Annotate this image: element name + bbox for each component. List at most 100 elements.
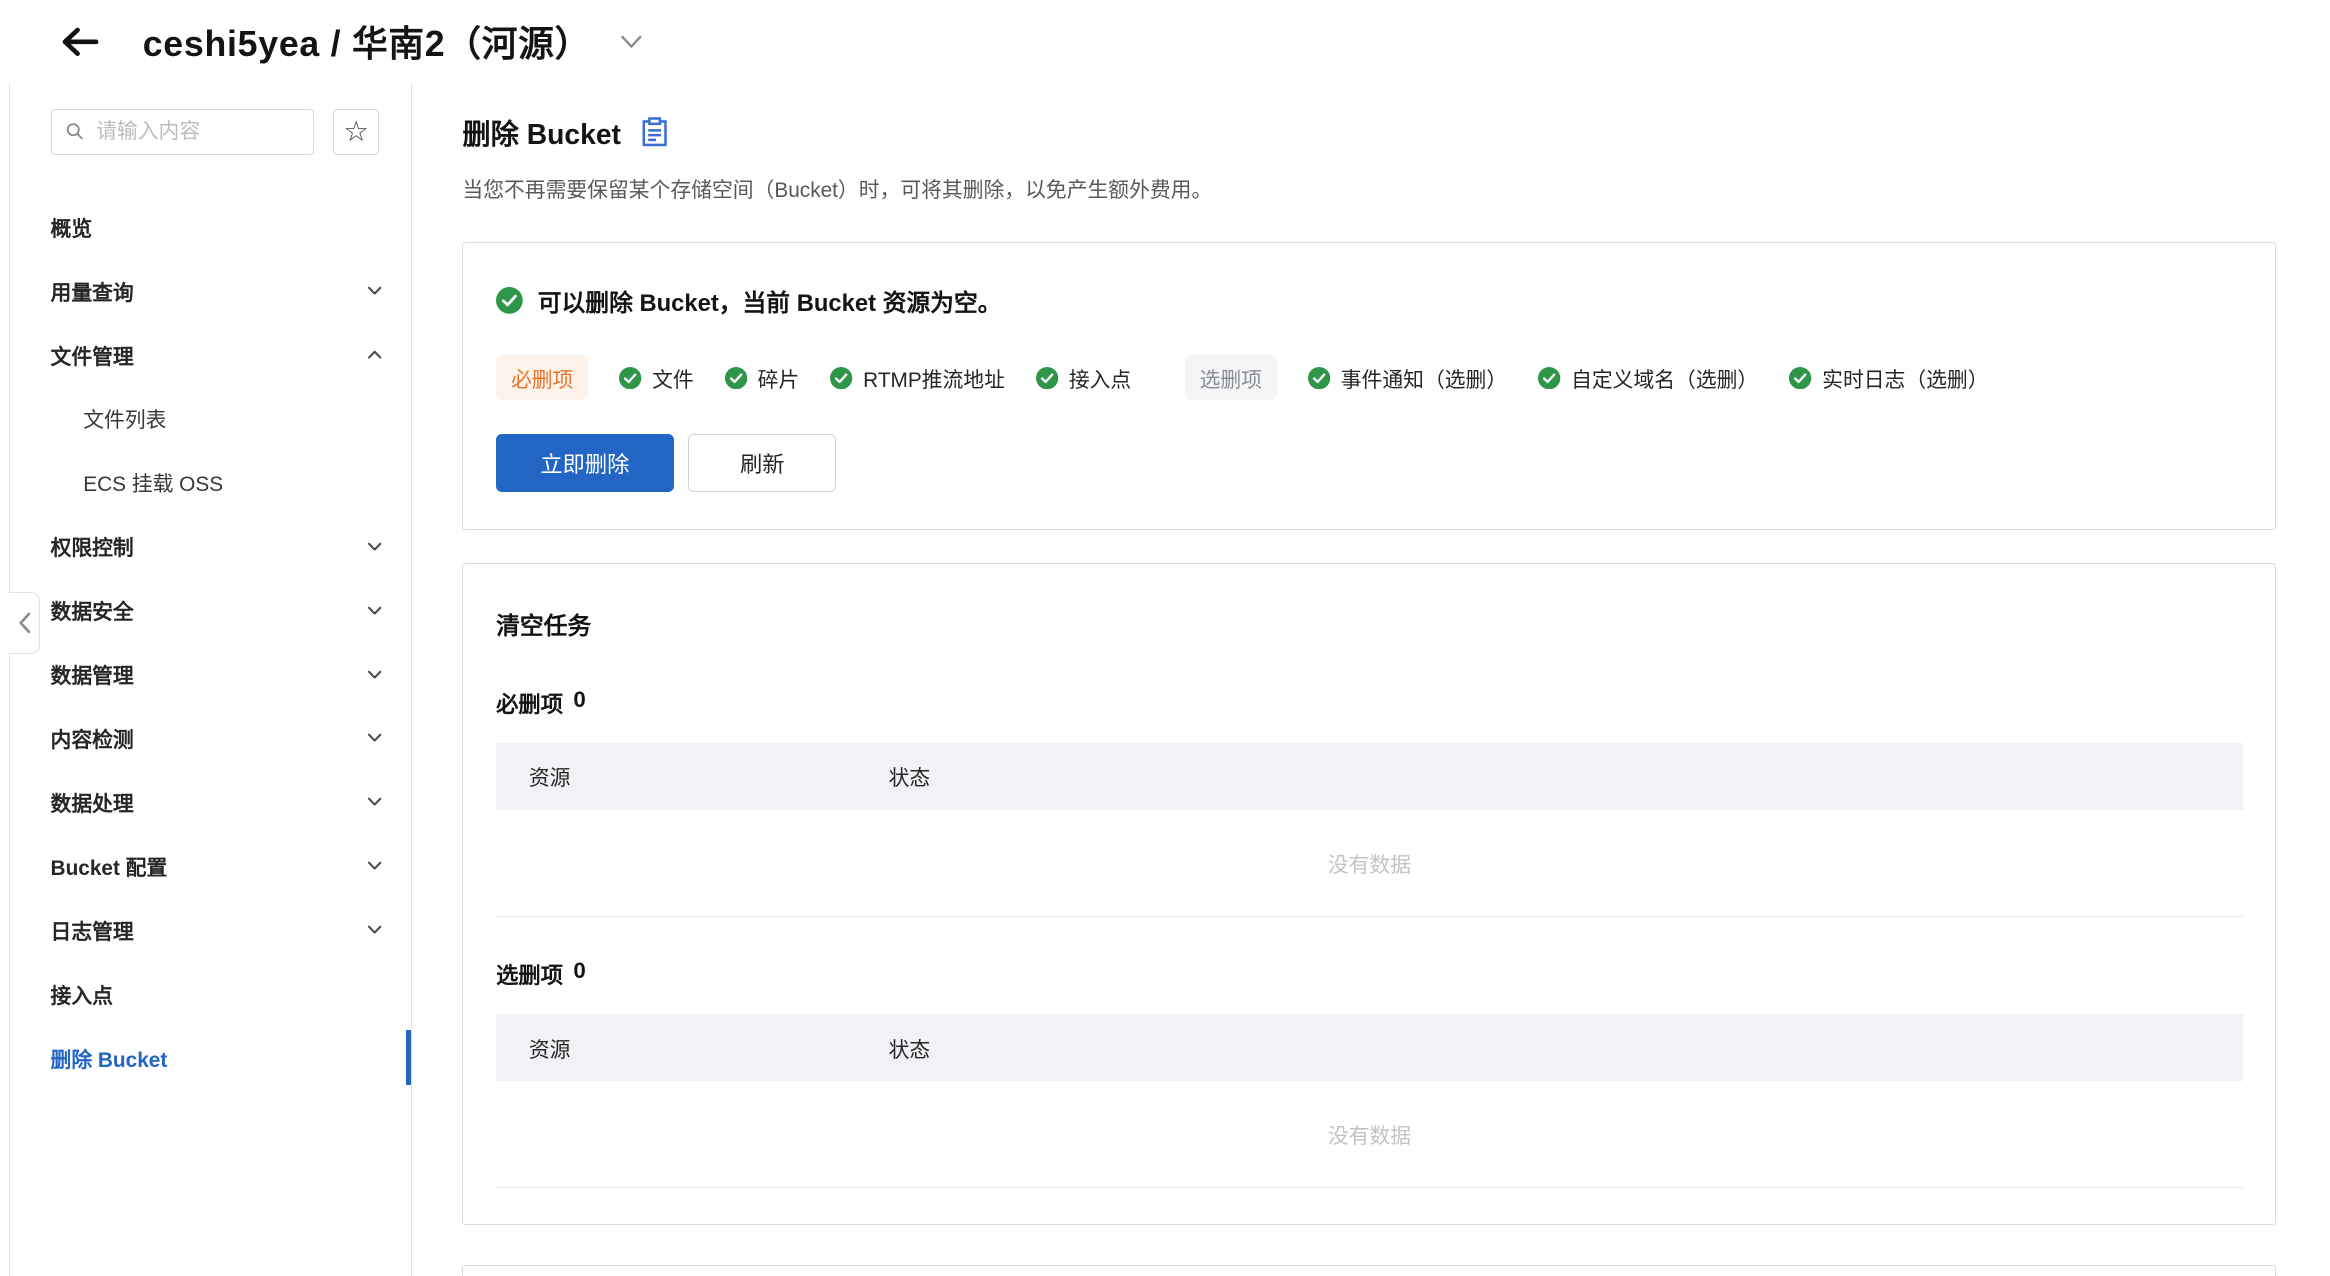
search-input[interactable] [96, 120, 299, 144]
chevron-down-icon [365, 537, 384, 556]
section-label-text: 必删项 [496, 687, 563, 719]
check-circle-icon [1036, 367, 1058, 389]
sidebar-item-data-security[interactable]: 数据安全 [0, 578, 411, 642]
sidebar-item-overview[interactable]: 概览 [0, 195, 411, 259]
required-item-access-point: 接入点 [1036, 363, 1131, 393]
sidebar-item-access-point[interactable]: 接入点 [0, 962, 411, 1026]
check-item-label: 事件通知（选删） [1341, 363, 1507, 393]
sidebar-item-ecs-mount-oss[interactable]: ECS 挂载 OSS [0, 450, 411, 514]
required-item-fragments: 碎片 [725, 363, 799, 393]
sidebar-item-label: 用量查询 [51, 276, 134, 306]
status-message: 可以删除 Bucket，当前 Bucket 资源为空。 [538, 283, 1002, 318]
resource-check-row: 必删项 文件 碎片 RTMP推流地址 接入点 [496, 355, 2243, 400]
optional-items-table: 资源 状态 没有数据 [496, 1014, 2243, 1188]
delete-status-card: 可以删除 Bucket，当前 Bucket 资源为空。 必删项 文件 碎片 RT… [462, 242, 2276, 531]
sidebar-search-box [51, 109, 314, 155]
sidebar-item-label: 权限控制 [51, 531, 134, 561]
sidebar-item-label: 日志管理 [51, 915, 134, 945]
refresh-button[interactable]: 刷新 [688, 434, 836, 492]
back-button[interactable] [59, 24, 101, 60]
clear-tasks-card: 清空任务 必删项 0 资源 状态 没有数据 选删项 0 [462, 563, 2276, 1224]
chevron-down-icon [365, 728, 384, 747]
sidebar-item-label: 内容检测 [51, 723, 134, 753]
chevron-down-icon [365, 601, 384, 620]
sidebar-item-label: 数据安全 [51, 595, 134, 625]
optional-section-label: 选删项 0 [496, 958, 2243, 990]
chevron-down-icon [365, 792, 384, 811]
oss-bucket-console: ceshi5yea / 华南2（河源） ☆ [0, 0, 2330, 1276]
required-count: 0 [573, 687, 585, 719]
favorite-star-button[interactable]: ☆ [333, 109, 379, 155]
check-circle-icon [496, 287, 523, 314]
sidebar-item-label: 概览 [51, 212, 93, 242]
check-circle-icon [619, 367, 641, 389]
table-header-row: 资源 状态 [496, 743, 2243, 810]
chevron-down-icon [365, 856, 384, 875]
check-circle-icon [830, 367, 852, 389]
optional-item-event-notification: 事件通知（选删） [1308, 363, 1507, 393]
sidebar-item-bucket-config[interactable]: Bucket 配置 [0, 834, 411, 898]
faq-card: 常见问题 [462, 1265, 2276, 1276]
star-icon: ☆ [343, 115, 368, 148]
column-header-status: 状态 [889, 761, 931, 791]
sidebar-item-label: Bucket 配置 [51, 851, 168, 881]
sidebar-item-file-management[interactable]: 文件管理 [0, 323, 411, 387]
back-arrow-icon [59, 24, 101, 60]
required-item-rtmp-url: RTMP推流地址 [830, 363, 1004, 393]
empty-state-text: 没有数据 [496, 1081, 2243, 1188]
chevron-up-icon [365, 345, 384, 364]
panel-collapse-button[interactable] [9, 592, 40, 654]
column-header-status: 状态 [889, 1033, 931, 1063]
required-item-files: 文件 [619, 363, 693, 393]
sidebar-item-delete-bucket[interactable]: 删除 Bucket [0, 1026, 411, 1090]
check-circle-icon [1308, 367, 1330, 389]
check-item-label: RTMP推流地址 [863, 363, 1005, 393]
sidebar-item-data-management[interactable]: 数据管理 [0, 642, 411, 706]
optional-count: 0 [573, 958, 585, 990]
clipboard-document-icon[interactable] [642, 117, 667, 147]
sidebar: ☆ 概览 用量查询 文件管理 文件列表 ECS [0, 83, 412, 1275]
bucket-title: ceshi5yea / 华南2（河源） [143, 16, 591, 67]
sidebar-item-label: 数据处理 [51, 787, 134, 817]
sidebar-item-usage-query[interactable]: 用量查询 [0, 259, 411, 323]
delete-now-button[interactable]: 立即删除 [496, 434, 673, 492]
column-header-resource: 资源 [496, 761, 889, 791]
sidebar-item-label: 接入点 [51, 979, 113, 1009]
column-header-resource: 资源 [496, 1033, 889, 1063]
sidebar-item-file-list[interactable]: 文件列表 [0, 387, 411, 451]
required-section-label: 必删项 0 [496, 687, 2243, 719]
optional-badge: 选删项 [1185, 355, 1277, 400]
main-content: 删除 Bucket 当您不再需要保留某个存储空间（Bucket）时，可将其删除，… [412, 83, 2330, 1275]
page-header: ceshi5yea / 华南2（河源） [0, 0, 2330, 83]
check-item-label: 文件 [652, 363, 694, 393]
sidebar-item-content-moderation[interactable]: 内容检测 [0, 706, 411, 770]
chevron-down-icon [365, 281, 384, 300]
section-label-text: 选删项 [496, 958, 563, 990]
check-circle-icon [1789, 367, 1811, 389]
chevron-down-icon [365, 920, 384, 939]
empty-state-text: 没有数据 [496, 810, 2243, 917]
check-circle-icon [725, 367, 747, 389]
tasks-card-title: 清空任务 [496, 606, 2243, 641]
sidebar-item-label: 数据管理 [51, 659, 134, 689]
sidebar-item-label: 文件列表 [83, 403, 166, 433]
required-items-table: 资源 状态 没有数据 [496, 743, 2243, 917]
optional-item-real-time-log: 实时日志（选删） [1789, 363, 1988, 393]
sidebar-item-log-management[interactable]: 日志管理 [0, 898, 411, 962]
sidebar-item-label: ECS 挂载 OSS [83, 467, 223, 497]
check-circle-icon [1538, 367, 1560, 389]
chevron-down-icon [365, 665, 384, 684]
sidebar-item-label: 文件管理 [51, 340, 134, 370]
table-header-row: 资源 状态 [496, 1014, 2243, 1081]
sidebar-item-label: 删除 Bucket [51, 1043, 168, 1073]
sidebar-nav: 概览 用量查询 文件管理 文件列表 ECS 挂载 OSS 权限控制 [0, 195, 411, 1090]
check-item-label: 接入点 [1069, 363, 1131, 393]
page-title: 删除 Bucket [462, 112, 621, 153]
sidebar-item-data-processing[interactable]: 数据处理 [0, 770, 411, 834]
bucket-switch-chevron-down-icon[interactable] [618, 31, 645, 52]
chevron-left-icon [17, 611, 32, 635]
required-badge: 必删项 [496, 355, 588, 400]
sidebar-item-permission-control[interactable]: 权限控制 [0, 514, 411, 578]
check-item-label: 自定义域名（选删） [1571, 363, 1758, 393]
optional-item-custom-domain: 自定义域名（选删） [1538, 363, 1758, 393]
